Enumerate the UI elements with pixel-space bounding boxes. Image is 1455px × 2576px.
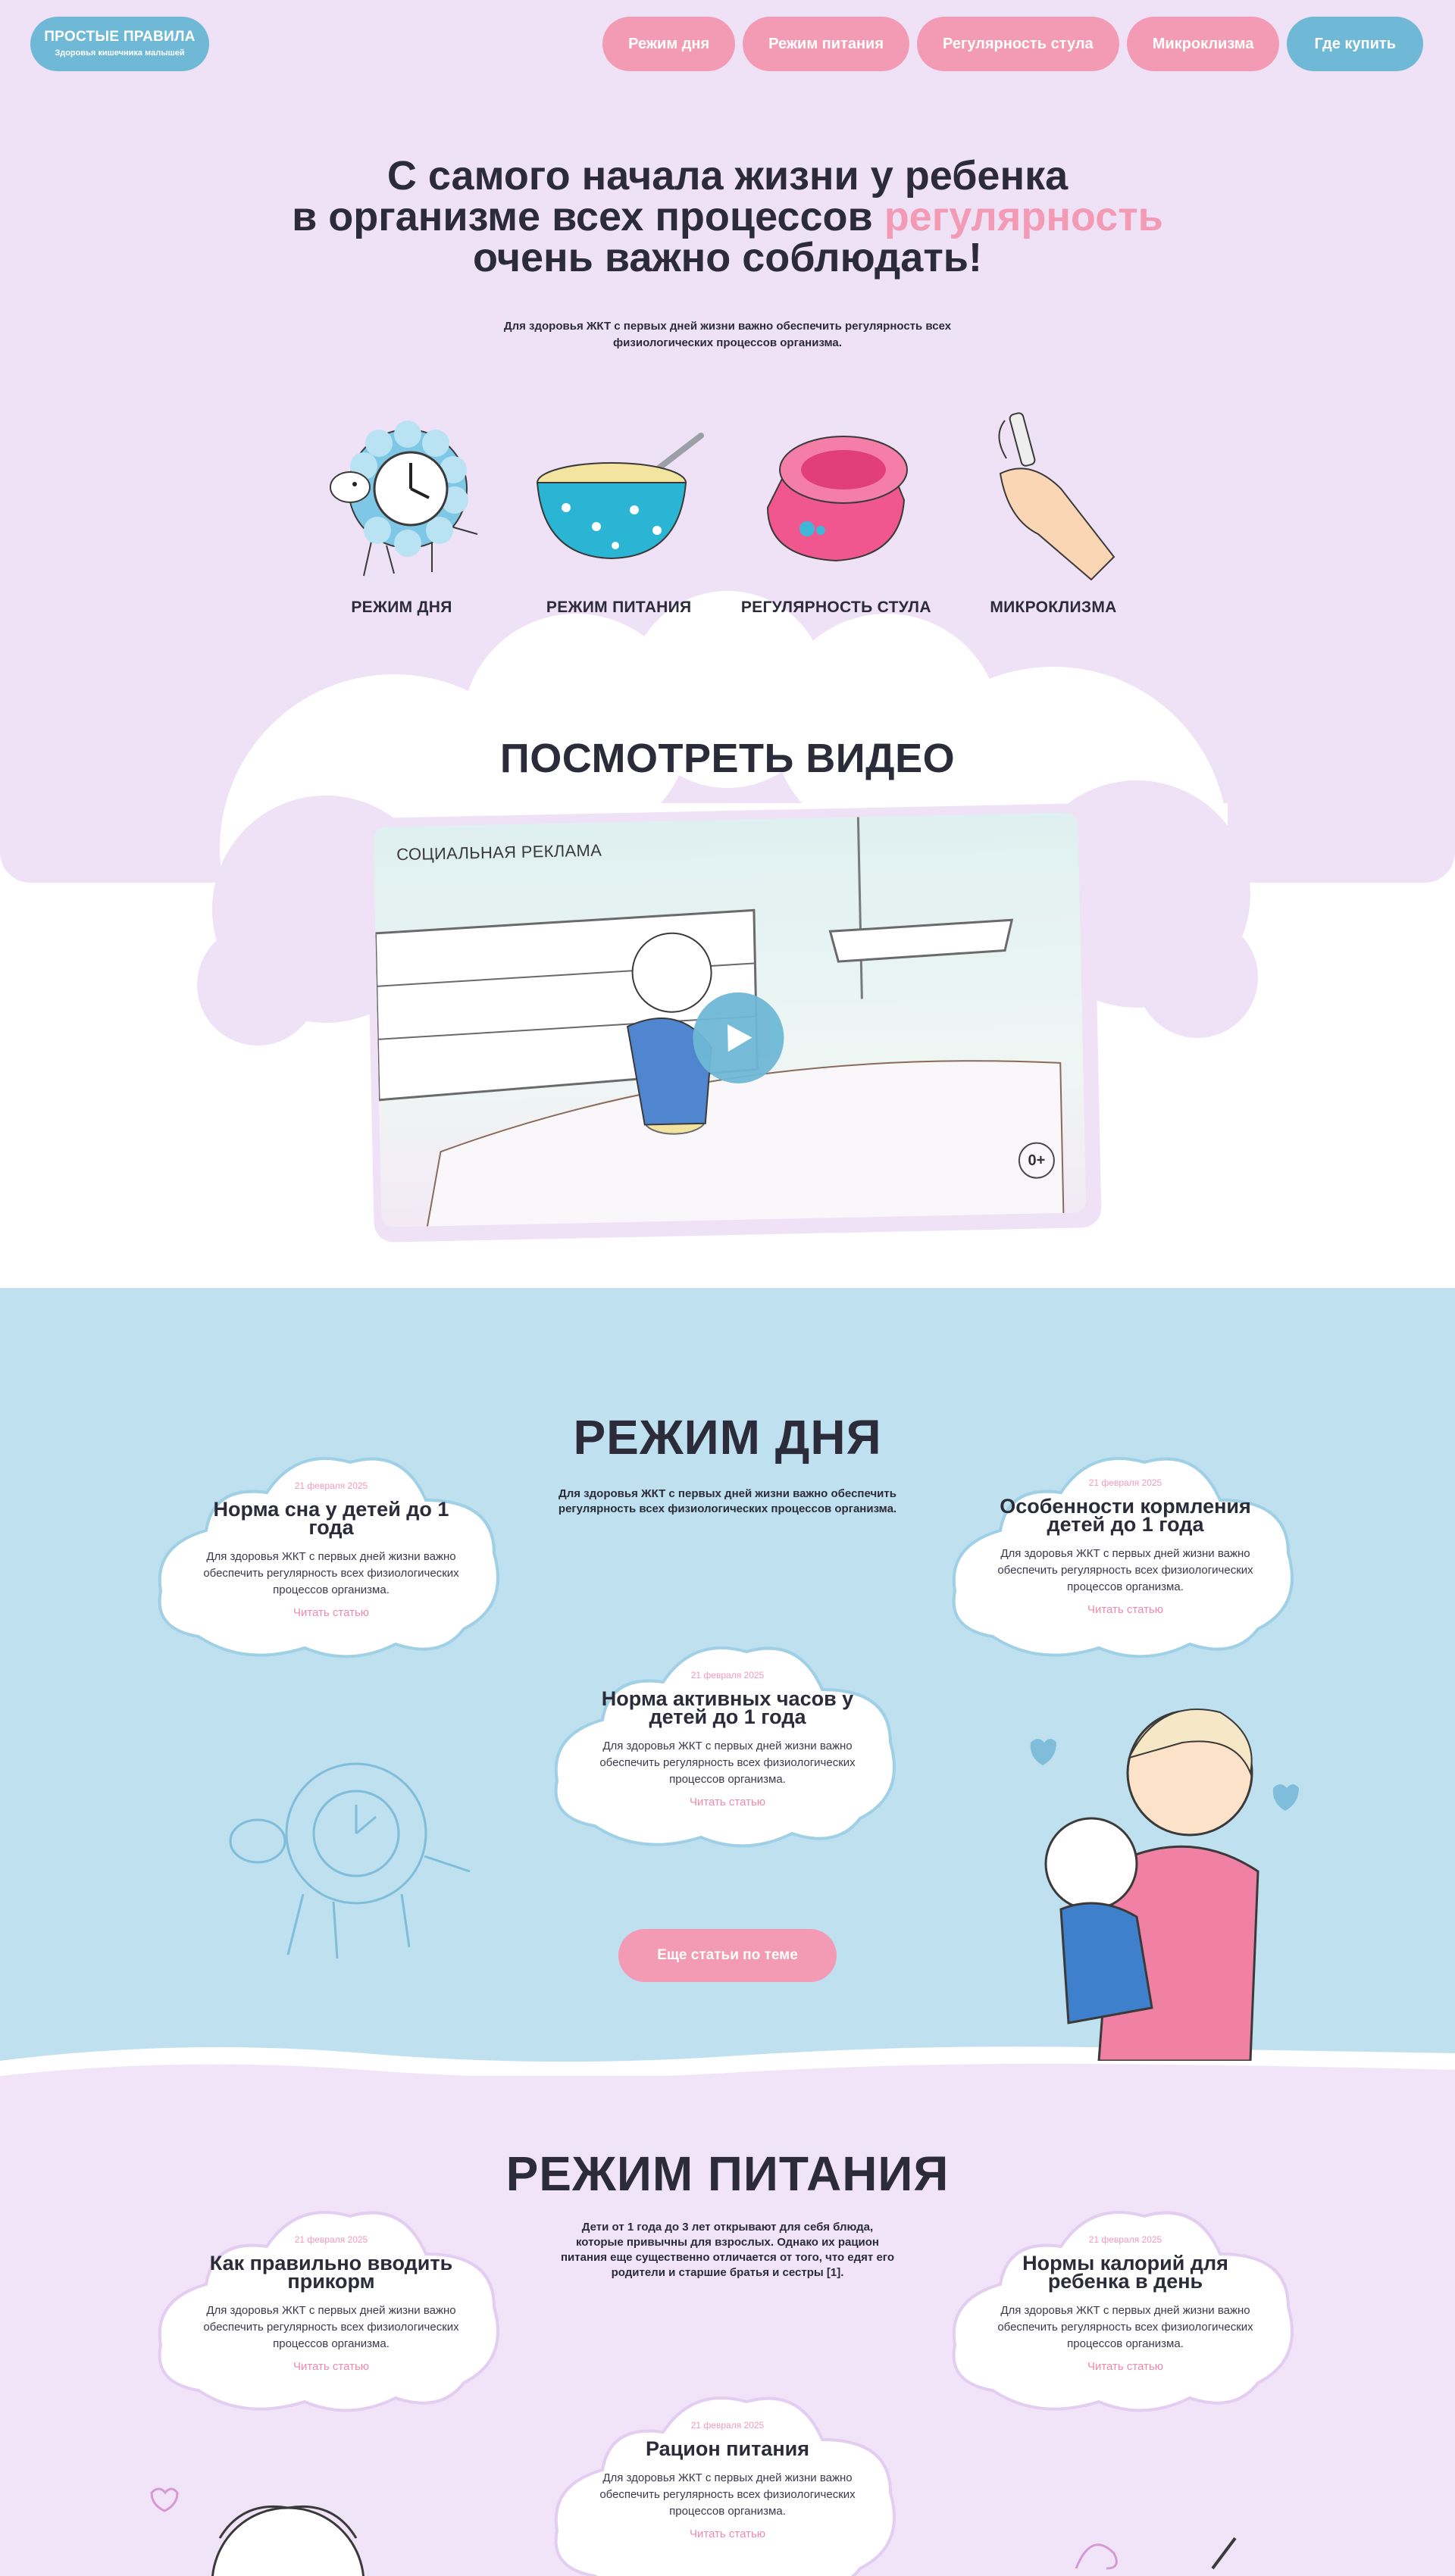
read-article-link[interactable]: Читать статью — [199, 1606, 464, 1619]
feature-label: РЕЖИМ ПИТАНИЯ — [546, 599, 692, 616]
article-date: 21 февраля 2025 — [690, 1670, 765, 1680]
article-card[interactable]: 21 февраля 2025 Как правильно вводить пр… — [153, 2193, 509, 2421]
bowl-icon — [521, 402, 718, 591]
feature-label: РЕГУЛЯРНОСТЬ СТУЛА — [740, 599, 931, 616]
article-card-body: 21 февраля 2025 Норма активных часов у д… — [595, 1670, 860, 1809]
article-excerpt: Для здоровья ЖКТ с первых дней жизни важ… — [203, 1550, 459, 1596]
hero-line-2: в организме всех процессов — [292, 194, 873, 239]
mother-child-illustration — [1030, 1708, 1299, 2061]
logo-title: ПРОСТЫЕ ПРАВИЛА — [44, 29, 196, 45]
article-card-body: 21 февраля 2025 Особенности кормления де… — [993, 1477, 1258, 1616]
feature-list: РЕЖИМ ДНЯ РЕЖИМ ПИТАНИЯ РЕГУЛЯРНОСТЬ СТУ… — [303, 402, 1152, 617]
article-title: Рацион питания — [646, 2437, 809, 2460]
article-card-body: 21 февраля 2025 Рацион питания Для здоро… — [595, 2420, 860, 2540]
hero-title: С самого начала жизни у ребенка в органи… — [0, 155, 1455, 278]
article-card-body: 21 февраля 2025 Нормы калорий для ребенк… — [993, 2234, 1258, 2373]
read-article-link[interactable]: Читать статью — [199, 2360, 464, 2373]
video-player[interactable]: СОЦИАЛЬНАЯ РЕКЛАМА 0+ — [365, 803, 1102, 1243]
more-articles-button[interactable]: Еще статьи по теме — [618, 1929, 837, 1982]
article-date: 21 февраля 2025 — [690, 2420, 765, 2431]
hero-subtitle: Для здоровья ЖКТ с первых дней жизни важ… — [503, 320, 952, 349]
article-date: 21 февраля 2025 — [1088, 1477, 1162, 1488]
clock-sheep-icon — [303, 402, 500, 591]
article-excerpt: Для здоровья ЖКТ с первых дней жизни важ… — [997, 1547, 1253, 1593]
main-nav: Режим дня Режим питания Регулярность сту… — [602, 17, 1423, 71]
nav-nutrition[interactable]: Режим питания — [743, 17, 910, 71]
day-regime-subtitle: Для здоровья ЖКТ с первых дней жизни важ… — [558, 1487, 897, 1515]
clock-sheep-outline-illustration — [229, 1762, 471, 1959]
read-article-link[interactable]: Читать статью — [993, 1603, 1258, 1616]
hand-microenema-icon — [955, 402, 1152, 591]
nav-where-to-buy[interactable]: Где купить — [1287, 17, 1423, 71]
feature-label: МИКРОКЛИЗМА — [990, 599, 1117, 616]
feature-label: РЕЖИМ ДНЯ — [351, 599, 452, 616]
play-icon — [728, 1024, 753, 1052]
article-excerpt: Для здоровья ЖКТ с первых дней жизни важ… — [599, 1740, 856, 1786]
article-card-body: 21 февраля 2025 Норма сна у детей до 1 г… — [199, 1480, 464, 1619]
article-card[interactable]: 21 февраля 2025 Норма активных часов у д… — [549, 1629, 906, 1856]
read-article-link[interactable]: Читать статью — [595, 2528, 860, 2540]
video-section-title: ПОСМОТРЕТЬ ВИДЕО — [499, 736, 956, 781]
potty-icon — [737, 402, 934, 591]
article-title: Нормы калорий для ребенка в день — [1022, 2252, 1228, 2293]
article-excerpt: Для здоровья ЖКТ с первых дней жизни важ… — [599, 2471, 856, 2518]
nav-microenema[interactable]: Микроклизма — [1126, 17, 1280, 71]
nav-stool-regularity[interactable]: Регулярность стула — [917, 17, 1119, 71]
article-date: 21 февраля 2025 — [1088, 2234, 1162, 2245]
article-title: Норма активных часов у детей до 1 года — [601, 1687, 854, 1728]
logo-subtitle: Здоровья кишечника малышей — [55, 48, 185, 58]
article-date: 21 февраля 2025 — [294, 2234, 368, 2245]
read-article-link[interactable]: Читать статью — [993, 2360, 1258, 2373]
article-title: Норма сна у детей до 1 года — [213, 1498, 449, 1539]
article-date: 21 февраля 2025 — [294, 1480, 368, 1491]
nav-day-regime[interactable]: Режим дня — [602, 17, 736, 71]
article-card[interactable]: 21 февраля 2025 Нормы калорий для ребенк… — [947, 2193, 1303, 2421]
hero-line-1: С самого начала жизни у ребенка — [386, 153, 1069, 199]
video-frame: СОЦИАЛЬНАЯ РЕКЛАМА 0+ — [373, 812, 1087, 1227]
article-card[interactable]: 21 февраля 2025 Рацион питания Для здоро… — [549, 2379, 906, 2576]
feature-day-regime[interactable]: РЕЖИМ ДНЯ — [303, 402, 500, 617]
read-article-link[interactable]: Читать статью — [595, 1796, 860, 1809]
swirl-decoration — [1075, 2537, 1237, 2570]
nutrition-subtitle: Дети от 1 года до 3 лет открывают для се… — [561, 2221, 894, 2279]
article-card[interactable]: 21 февраля 2025 Особенности кормления де… — [947, 1440, 1303, 1667]
feature-nutrition[interactable]: РЕЖИМ ПИТАНИЯ — [521, 402, 718, 617]
article-card-body: 21 февраля 2025 Как правильно вводить пр… — [199, 2234, 464, 2373]
article-card[interactable]: 21 февраля 2025 Норма сна у детей до 1 г… — [153, 1440, 509, 1667]
article-excerpt: Для здоровья ЖКТ с первых дней жизни важ… — [203, 2304, 459, 2350]
article-title: Особенности кормления детей до 1 года — [1000, 1495, 1251, 1536]
logo[interactable]: ПРОСТЫЕ ПРАВИЛА Здоровья кишечника малыш… — [30, 17, 209, 71]
hero-accent-word: регулярность — [884, 194, 1163, 239]
feature-microenema[interactable]: МИКРОКЛИЗМА — [955, 402, 1152, 617]
hero-line-3: очень важно соблюдать! — [473, 235, 982, 280]
article-title: Как правильно вводить прикорм — [209, 2252, 453, 2293]
kid-head-illustration — [150, 2487, 365, 2576]
article-excerpt: Для здоровья ЖКТ с первых дней жизни важ… — [997, 2304, 1253, 2350]
feature-stool[interactable]: РЕГУЛЯРНОСТЬ СТУЛА — [737, 402, 934, 617]
